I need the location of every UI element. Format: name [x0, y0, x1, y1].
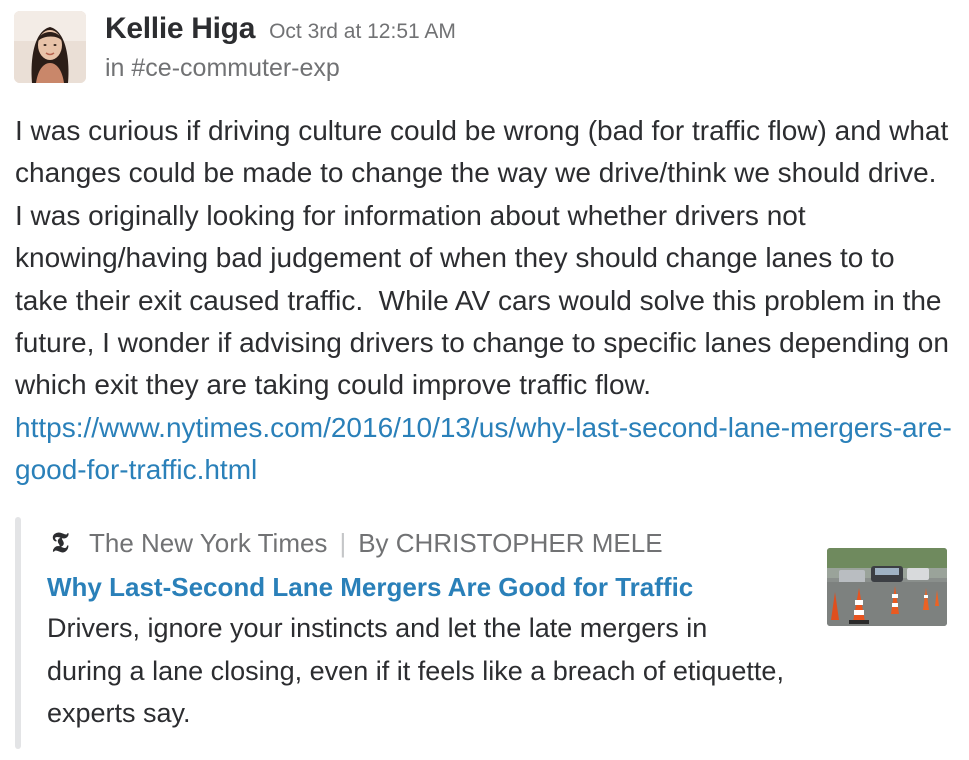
channel-link[interactable]: #ce-commuter-exp: [131, 54, 339, 82]
nyt-logo-icon: 𝕿: [51, 526, 69, 559]
link-unfurl: 𝕿 The New York Times | By CHRISTOPHER ME…: [15, 517, 955, 749]
avatar[interactable]: [14, 11, 86, 83]
channel-line: in #ce-commuter-exp: [105, 54, 456, 83]
attachment-description: Drivers, ignore your instincts and let t…: [47, 613, 784, 728]
message-timestamp[interactable]: Oct 3rd at 12:51 AM: [269, 20, 456, 44]
service-name: The New York Times: [89, 527, 328, 558]
attachment-thumbnail[interactable]: [827, 548, 947, 626]
attachment-title[interactable]: Why Last-Second Lane Mergers Are Good fo…: [47, 567, 807, 607]
message-link[interactable]: https://www.nytimes.com/2016/10/13/us/wh…: [15, 412, 952, 485]
attachment-body: 𝕿 The New York Times | By CHRISTOPHER ME…: [47, 525, 807, 735]
author-name[interactable]: Kellie Higa: [105, 12, 255, 46]
traffic-cones-thumbnail: [827, 548, 947, 626]
service-separator: |: [339, 527, 347, 558]
avatar-image: [14, 11, 86, 83]
author-byline: By CHRISTOPHER MELE: [358, 527, 663, 558]
message-header: Kellie Higa Oct 3rd at 12:51 AM in #ce-c…: [105, 12, 456, 83]
attachment-bar: [15, 517, 21, 749]
channel-prefix: in: [105, 54, 132, 82]
message-text: I was curious if driving culture could b…: [15, 115, 957, 401]
attachment-service-row: 𝕿 The New York Times | By CHRISTOPHER ME…: [47, 525, 807, 561]
message-body: I was curious if driving culture could b…: [15, 110, 955, 492]
